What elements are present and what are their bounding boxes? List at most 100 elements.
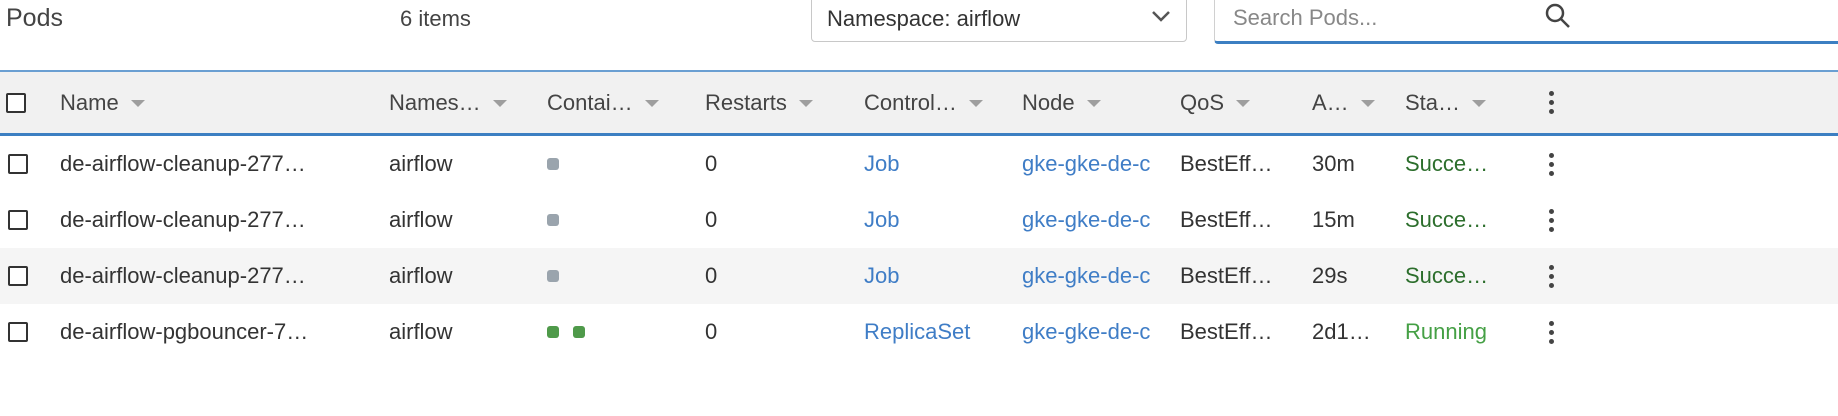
column-header-label: A… (1312, 89, 1349, 115)
row-menu-button[interactable] (1549, 304, 1554, 360)
pod-age: 30m (1312, 151, 1355, 176)
container-status-icon (547, 326, 559, 338)
row-select-cell (8, 248, 28, 304)
pod-restarts: 0 (705, 207, 718, 232)
row-menu-button[interactable] (1549, 192, 1554, 248)
pod-name[interactable]: de-airflow-cleanup-277… (60, 136, 306, 192)
pod-name[interactable]: de-airflow-cleanup-277… (60, 192, 306, 248)
sort-arrow-icon (1472, 100, 1487, 107)
column-header-label: Names… (389, 89, 481, 115)
pod-status: Running (1405, 319, 1487, 344)
pod-status: Succe… (1405, 151, 1489, 176)
column-header-label: Name (60, 89, 119, 115)
container-status-icon (547, 214, 559, 226)
row-select-cell (8, 192, 28, 248)
column-header-namespace[interactable]: Names… (389, 72, 507, 133)
row-checkbox[interactable] (8, 322, 28, 342)
pod-status: Succe… (1405, 263, 1489, 288)
sort-arrow-icon (1360, 100, 1375, 107)
kebab-menu-icon (1549, 264, 1554, 288)
pod-node-link[interactable]: gke-gke-de-c (1022, 304, 1152, 360)
column-header-age[interactable]: A… (1312, 72, 1375, 133)
row-checkbox[interactable] (8, 210, 28, 230)
pod-restarts: 0 (705, 319, 718, 344)
column-header-label: Control… (864, 89, 957, 115)
pod-qos: BestEff… (1180, 151, 1273, 176)
pod-age: 2d1… (1312, 319, 1371, 344)
pod-controller-link[interactable]: Job (864, 248, 899, 304)
row-select-cell (8, 304, 28, 360)
sort-arrow-icon (798, 100, 813, 107)
toolbar: Pods 6 items Namespace: airflow (0, 0, 1838, 70)
search-input[interactable] (1231, 4, 1535, 32)
table-header: Name Names… Contai… Restarts Control… No… (0, 72, 1838, 136)
row-checkbox[interactable] (8, 266, 28, 286)
search-icon[interactable] (1543, 1, 1573, 31)
pod-node-link[interactable]: gke-gke-de-c (1022, 136, 1152, 192)
pod-namespace: airflow (389, 263, 453, 288)
column-header-label: Contai… (547, 89, 633, 115)
row-select-cell (8, 136, 28, 192)
pod-controller-link[interactable]: Job (864, 136, 899, 192)
pod-controller-link[interactable]: ReplicaSet (864, 304, 970, 360)
pod-containers (547, 248, 573, 304)
page-title: Pods (6, 4, 63, 32)
pod-qos: BestEff… (1180, 207, 1273, 232)
namespace-select[interactable]: Namespace: airflow (811, 0, 1187, 42)
kebab-menu-icon (1549, 91, 1554, 114)
column-settings-button[interactable] (1549, 72, 1554, 133)
kebab-menu-icon (1549, 320, 1554, 344)
pod-qos: BestEff… (1180, 319, 1273, 344)
row-checkbox[interactable] (8, 154, 28, 174)
pod-namespace: airflow (389, 151, 453, 176)
column-header-node[interactable]: Node (1022, 72, 1101, 133)
sort-arrow-icon (1236, 100, 1251, 107)
pod-age: 15m (1312, 207, 1355, 232)
pod-namespace: airflow (389, 319, 453, 344)
sort-arrow-icon (130, 100, 145, 107)
select-all-checkbox[interactable] (6, 92, 26, 113)
row-menu-button[interactable] (1549, 136, 1554, 192)
column-header-status[interactable]: Sta… (1405, 72, 1487, 133)
pod-name[interactable]: de-airflow-pgbouncer-7… (60, 304, 308, 360)
pod-containers (547, 136, 573, 192)
sort-arrow-icon (1086, 100, 1101, 107)
pod-node-link[interactable]: gke-gke-de-c (1022, 192, 1152, 248)
kebab-menu-icon (1549, 208, 1554, 232)
chevron-down-icon (1152, 11, 1170, 22)
pod-restarts: 0 (705, 263, 718, 288)
column-header-label: Node (1022, 89, 1075, 115)
pod-name[interactable]: de-airflow-cleanup-277… (60, 248, 306, 304)
container-status-icon (573, 326, 585, 338)
column-header-label: Sta… (1405, 89, 1461, 115)
pod-containers (547, 192, 573, 248)
column-header-name[interactable]: Name (60, 72, 145, 133)
table-row[interactable]: de-airflow-pgbouncer-7… airflow 0 Replic… (0, 304, 1838, 360)
namespace-select-value: Namespace: airflow (827, 6, 1021, 31)
column-header-controller[interactable]: Control… (864, 72, 983, 133)
column-header-label: Restarts (705, 89, 787, 115)
table-row[interactable]: de-airflow-cleanup-277… airflow 0 Job gk… (0, 248, 1838, 304)
search-box[interactable] (1214, 0, 1838, 44)
column-header-qos[interactable]: QoS (1180, 72, 1251, 133)
table-row[interactable]: de-airflow-cleanup-277… airflow 0 Job gk… (0, 192, 1838, 248)
pod-node-link[interactable]: gke-gke-de-c (1022, 248, 1152, 304)
table-row[interactable]: de-airflow-cleanup-277… airflow 0 Job gk… (0, 136, 1838, 192)
pod-controller-link[interactable]: Job (864, 192, 899, 248)
item-count: 6 items (400, 6, 471, 31)
container-status-icon (547, 270, 559, 282)
pod-qos: BestEff… (1180, 263, 1273, 288)
sort-arrow-icon (644, 100, 659, 107)
pod-containers (547, 304, 599, 360)
pod-age: 29s (1312, 263, 1348, 288)
column-header-restarts[interactable]: Restarts (705, 72, 813, 133)
pods-table: Name Names… Contai… Restarts Control… No… (0, 72, 1838, 360)
container-status-icon (547, 158, 559, 170)
pod-namespace: airflow (389, 207, 453, 232)
sort-arrow-icon (968, 100, 983, 107)
pod-restarts: 0 (705, 151, 718, 176)
row-menu-button[interactable] (1549, 248, 1554, 304)
column-header-label: QoS (1180, 89, 1225, 115)
sort-arrow-icon (492, 100, 507, 107)
column-header-containers[interactable]: Contai… (547, 72, 659, 133)
